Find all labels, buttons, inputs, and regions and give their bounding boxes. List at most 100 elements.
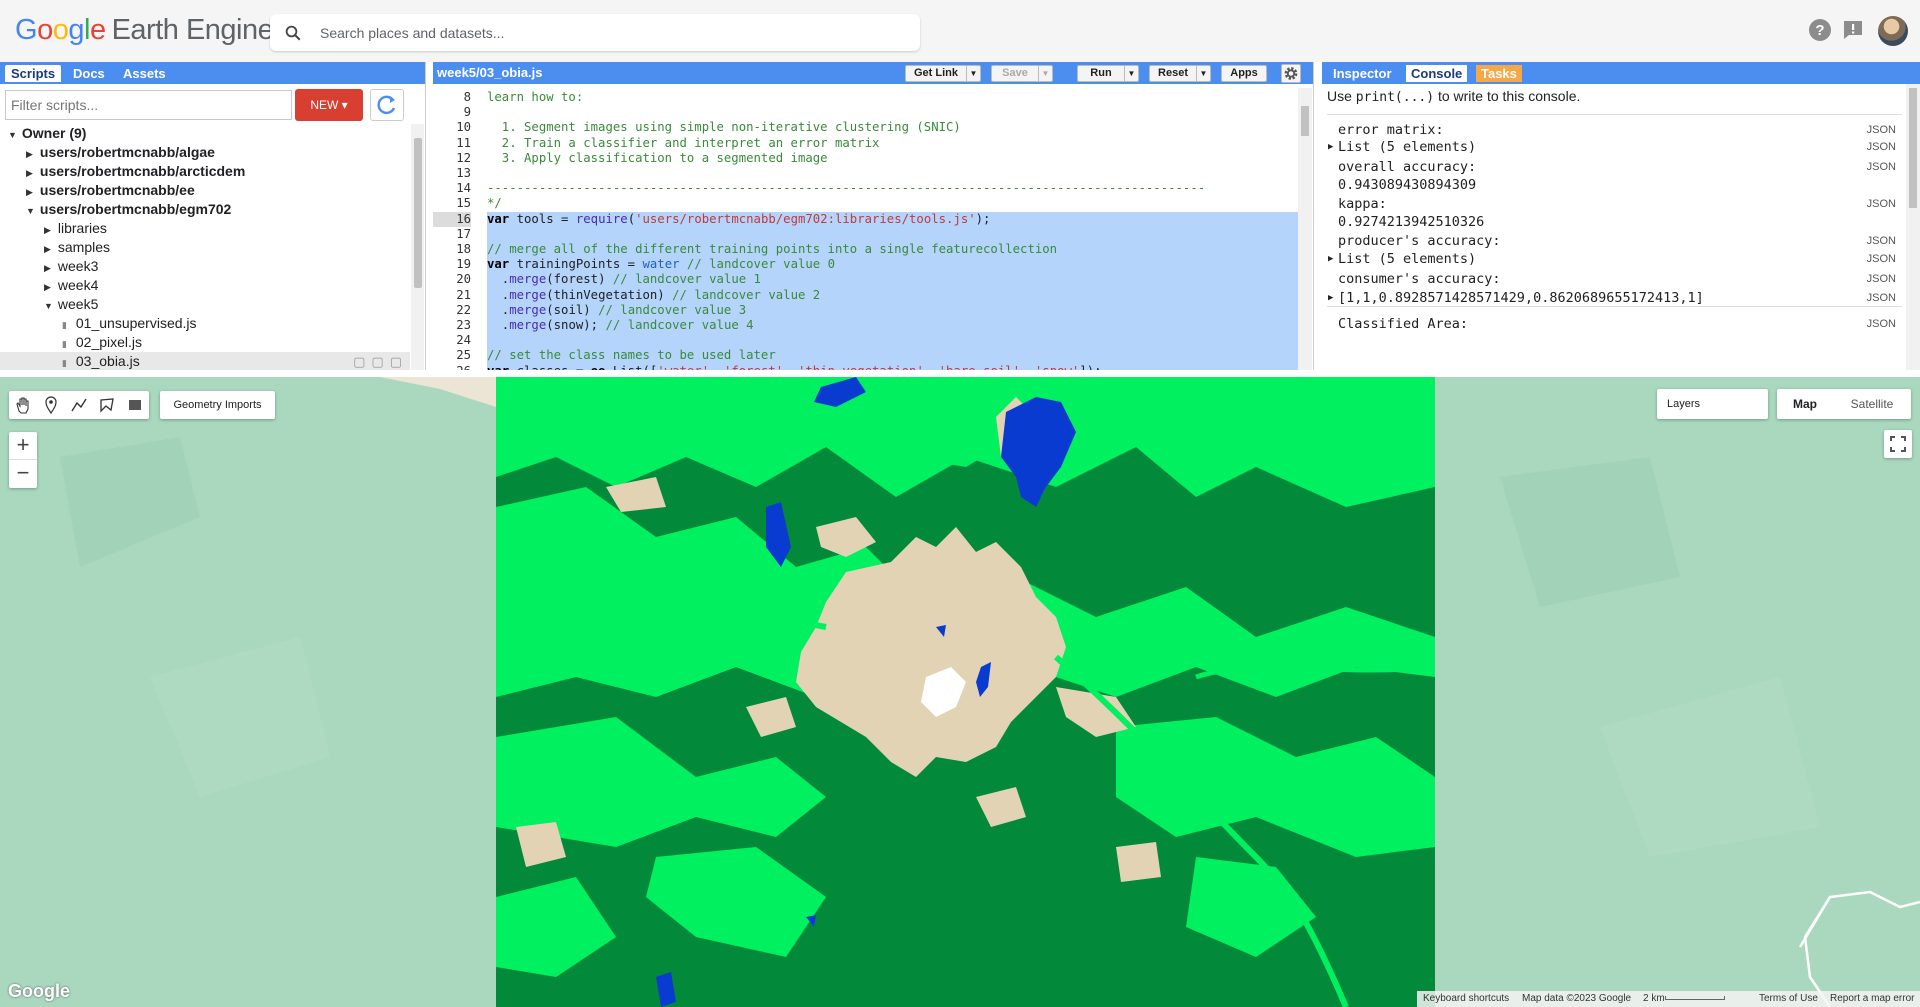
- console-entry[interactable]: ▶ List (5 elements) JSON: [1322, 250, 1906, 268]
- scrollbar-thumb[interactable]: [1301, 106, 1309, 136]
- json-link[interactable]: JSON: [1867, 195, 1896, 213]
- file-icon[interactable]: ▮: [62, 354, 72, 370]
- filter-scripts-input[interactable]: [5, 90, 292, 120]
- line-draw-icon[interactable]: [65, 391, 93, 419]
- tab-scripts[interactable]: Scripts: [5, 65, 62, 82]
- code-line[interactable]: 26 var classes = ee.List(['water', 'fores…: [433, 364, 1298, 370]
- apps-button[interactable]: Apps: [1221, 65, 1267, 82]
- scripts-scrollbar[interactable]: [411, 124, 424, 370]
- tree-file-item[interactable]: ▮ 02_pixel.js: [0, 333, 410, 352]
- rename-icon[interactable]: ▢: [371, 354, 383, 369]
- tree-file-item[interactable]: ▮ 03_obia.js ▢ ▢ ▢: [0, 352, 410, 370]
- code-line[interactable]: 17: [433, 227, 1298, 242]
- tab-assets[interactable]: Assets: [117, 65, 172, 82]
- json-link[interactable]: JSON: [1867, 138, 1896, 156]
- json-link[interactable]: JSON: [1867, 289, 1896, 307]
- rectangle-draw-icon[interactable]: [121, 391, 149, 419]
- refresh-button[interactable]: [370, 89, 404, 121]
- json-link[interactable]: JSON: [1867, 121, 1896, 139]
- scrollbar-thumb[interactable]: [1909, 88, 1917, 208]
- point-marker-icon[interactable]: [37, 391, 65, 419]
- json-link[interactable]: JSON: [1867, 270, 1896, 288]
- code-line[interactable]: 15 */: [433, 196, 1298, 211]
- search-box[interactable]: [270, 14, 920, 51]
- tree-folder-item[interactable]: ▶ users/robertmcnabb/arcticdem: [0, 162, 410, 181]
- new-button[interactable]: NEW ▾: [295, 89, 363, 121]
- tab-inspector[interactable]: Inspector: [1328, 65, 1397, 82]
- code-line[interactable]: 23 .merge(snow); // landcover value 4: [433, 318, 1298, 333]
- zoom-out-button[interactable]: −: [9, 460, 37, 488]
- json-link[interactable]: JSON: [1867, 232, 1896, 250]
- map-type-map-button[interactable]: Map: [1777, 389, 1833, 419]
- run-button[interactable]: Run ▼: [1077, 65, 1139, 82]
- code-line[interactable]: 9: [433, 105, 1298, 120]
- polygon-draw-icon[interactable]: [93, 391, 121, 419]
- code-line[interactable]: 19 var trainingPoints = water // landcove…: [433, 257, 1298, 272]
- code-line[interactable]: 8 learn how to:: [433, 90, 1298, 105]
- json-link[interactable]: JSON: [1867, 315, 1896, 333]
- layers-button[interactable]: Layers: [1657, 389, 1768, 419]
- json-link[interactable]: JSON: [1867, 158, 1896, 176]
- search-input[interactable]: [320, 14, 910, 51]
- code-line[interactable]: 20 .merge(forest) // landcover value 1: [433, 272, 1298, 287]
- get-link-button[interactable]: Get Link ▼: [905, 65, 981, 82]
- earth-engine-logo[interactable]: Google Earth Engine: [15, 14, 274, 48]
- code-line[interactable]: 24: [433, 333, 1298, 348]
- code-line[interactable]: 14 --------------------------------------…: [433, 181, 1298, 196]
- geometry-imports-button[interactable]: Geometry Imports: [160, 391, 275, 419]
- expand-arrow-icon[interactable]: ▶: [1328, 289, 1333, 307]
- tree-folder-item[interactable]: ▼ users/robertmcnabb/egm702: [0, 200, 410, 219]
- chevron-down-icon[interactable]: ▼: [1196, 66, 1210, 81]
- tree-folder-item[interactable]: ▶ week3: [0, 257, 410, 276]
- keyboard-shortcuts-link[interactable]: Keyboard shortcuts: [1423, 991, 1509, 1007]
- zoom-in-button[interactable]: +: [9, 432, 37, 460]
- tree-folder-item[interactable]: ▶ libraries: [0, 219, 410, 238]
- editor-scrollbar[interactable]: [1298, 88, 1312, 370]
- code-line[interactable]: 12 3. Apply classification to a segmente…: [433, 151, 1298, 166]
- chevron-down-icon[interactable]: ▼: [1124, 66, 1138, 81]
- code-line[interactable]: 18 // merge all of the different training…: [433, 242, 1298, 257]
- chevron-down-icon[interactable]: ▼: [1038, 66, 1052, 81]
- code-line[interactable]: 11 2. Train a classifier and interpret a…: [433, 136, 1298, 151]
- tab-console[interactable]: Console: [1406, 65, 1468, 82]
- tree-folder-item[interactable]: ▶ week4: [0, 276, 410, 295]
- tree-folder-item[interactable]: ▼ week5: [0, 295, 410, 314]
- code-line[interactable]: 16 var tools = require('users/robertmcnab…: [433, 211, 1298, 227]
- terms-of-use-link[interactable]: Terms of Use: [1759, 991, 1818, 1007]
- tab-tasks[interactable]: Tasks: [1476, 65, 1522, 82]
- json-link[interactable]: JSON: [1867, 250, 1896, 268]
- avatar[interactable]: [1878, 16, 1908, 46]
- code-line[interactable]: 25 // set the class names to be used late…: [433, 348, 1298, 363]
- help-icon[interactable]: ?: [1808, 18, 1832, 42]
- tree-file-item[interactable]: ▮ 01_unsupervised.js: [0, 314, 410, 333]
- delete-icon[interactable]: ▢: [390, 354, 402, 369]
- tab-docs[interactable]: Docs: [67, 65, 111, 82]
- code-area[interactable]: 8 learn how to: 9 10 1. Segment images usin…: [433, 88, 1298, 370]
- settings-button[interactable]: [1281, 64, 1301, 83]
- expand-arrow-icon[interactable]: ▶: [1328, 250, 1333, 268]
- chevron-down-icon[interactable]: ▼: [966, 66, 980, 81]
- code-line[interactable]: 22 .merge(soil) // landcover value 3: [433, 303, 1298, 318]
- console-entry[interactable]: ▶ [1,1,0.8928571428571429,0.8620689655172…: [1322, 289, 1906, 307]
- fullscreen-button[interactable]: [1884, 430, 1912, 458]
- tree-folder-item[interactable]: ▶ users/robertmcnabb/ee: [0, 181, 410, 200]
- map-view[interactable]: Geometry Imports + − Layers Map Satellit…: [0, 377, 1920, 1007]
- tree-folder-item[interactable]: ▶ users/robertmcnabb/algae: [0, 143, 410, 162]
- save-button[interactable]: Save ▼: [991, 65, 1053, 82]
- reset-button[interactable]: Reset ▼: [1149, 65, 1211, 82]
- history-icon[interactable]: ▢: [353, 354, 365, 369]
- report-map-error-link[interactable]: Report a map error: [1830, 991, 1914, 1007]
- map-type-satellite-button[interactable]: Satellite: [1833, 389, 1911, 419]
- code-line[interactable]: 10 1. Segment images using simple non-it…: [433, 120, 1298, 135]
- code-line[interactable]: 13: [433, 166, 1298, 181]
- console-scrollbar[interactable]: [1906, 84, 1920, 370]
- feedback-icon[interactable]: [1841, 18, 1865, 42]
- google-watermark[interactable]: Google: [8, 981, 70, 1002]
- expand-arrow-icon[interactable]: ▶: [1328, 138, 1333, 156]
- hand-pan-icon[interactable]: [9, 391, 37, 419]
- scrollbar-thumb[interactable]: [414, 138, 422, 288]
- code-line[interactable]: 21 .merge(thinVegetation) // landcover v…: [433, 288, 1298, 303]
- tree-folder-item[interactable]: ▶ samples: [0, 238, 410, 257]
- tree-folder-item[interactable]: ▼ Owner (9): [0, 124, 410, 143]
- console-entry[interactable]: ▶ List (5 elements) JSON: [1322, 138, 1906, 156]
